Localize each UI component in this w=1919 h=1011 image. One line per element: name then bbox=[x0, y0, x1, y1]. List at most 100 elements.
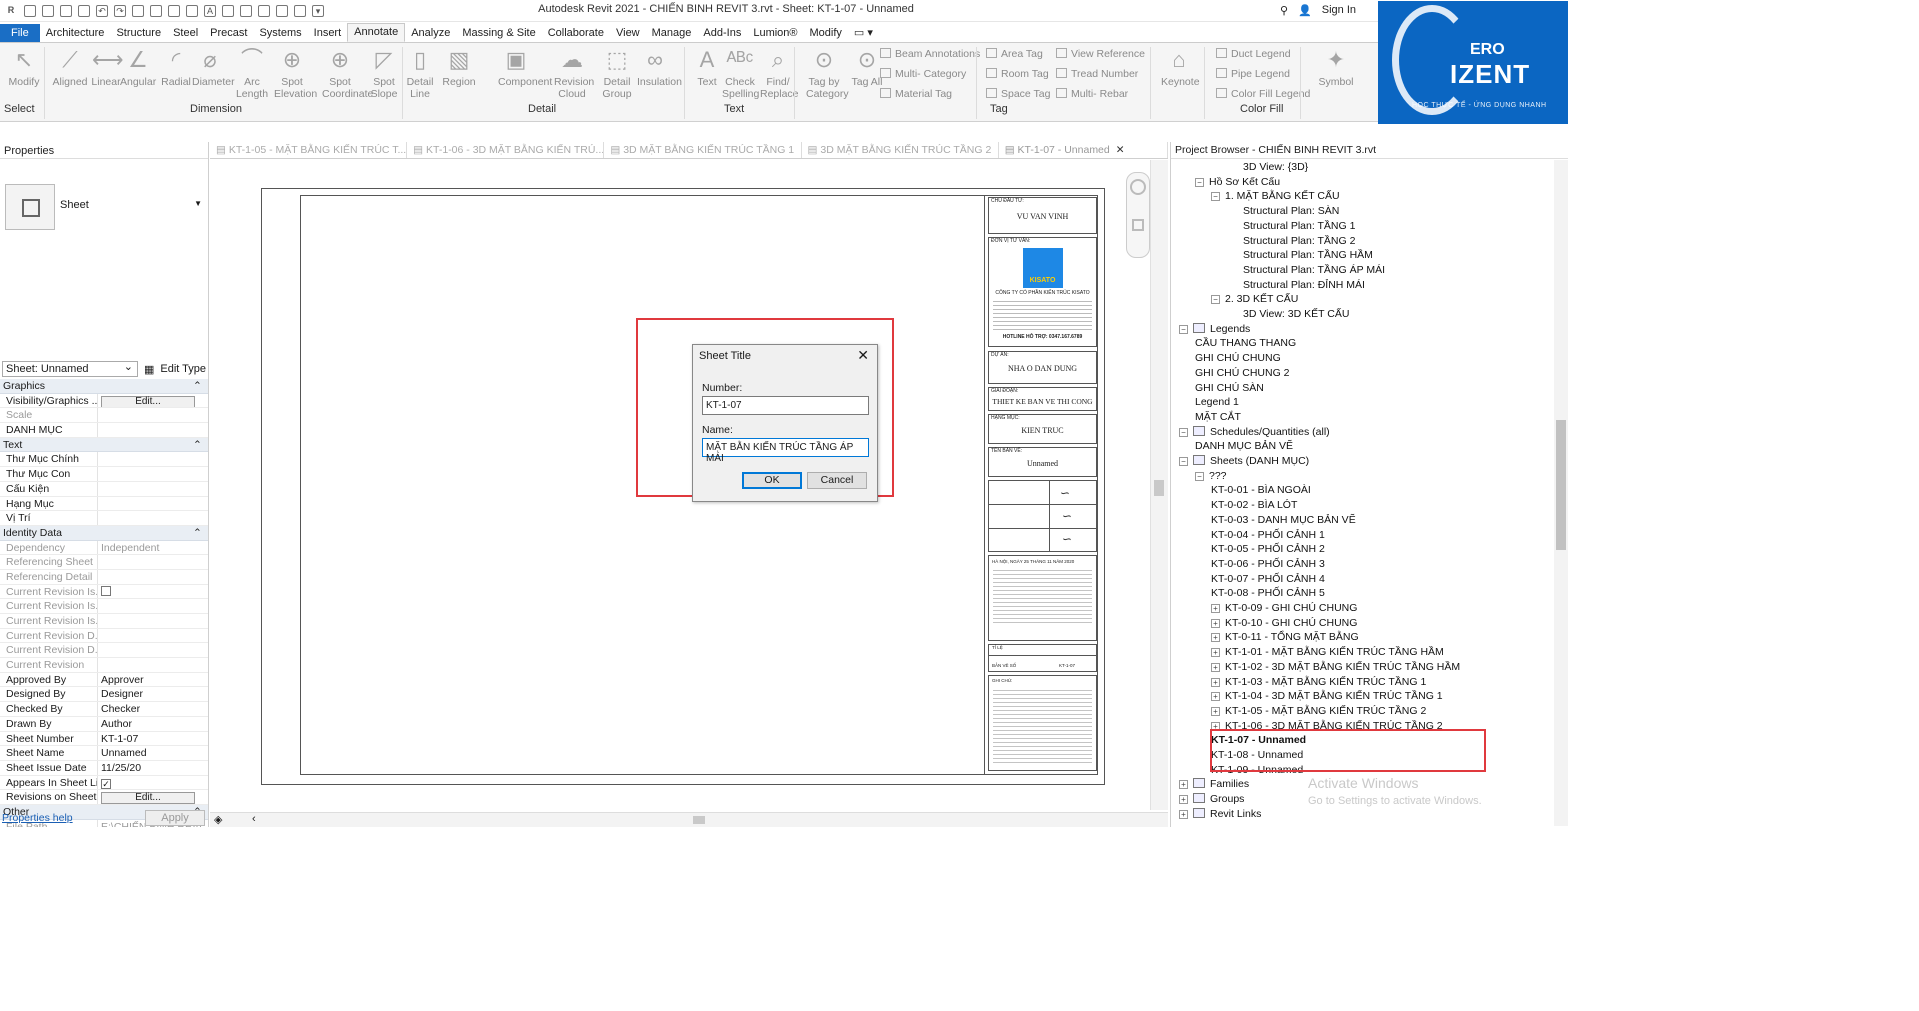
tab-systems[interactable]: Systems bbox=[253, 25, 307, 42]
canvas-horizontal-scrollbar[interactable]: ◈ ‹ bbox=[210, 812, 1168, 827]
apply-button[interactable]: Apply bbox=[145, 810, 205, 826]
prop-value[interactable]: Checker bbox=[98, 702, 208, 716]
tab-view[interactable]: View bbox=[610, 25, 646, 42]
doc-tab-4[interactable]: ▤ 3D MẶT BẰNG KIẾN TRÚC TẦNG 2 bbox=[802, 142, 999, 158]
prop-value[interactable]: ✓ bbox=[98, 776, 208, 790]
tree-node-kt-1-05-m-t-b-ng-ki-n-tr-c-t-ng-2[interactable]: + KT-1-05 - MẶT BẰNG KIẾN TRÚC TẦNG 2 bbox=[1211, 705, 1426, 717]
text-button[interactable]: A Text bbox=[689, 47, 725, 88]
expand-icon[interactable]: + bbox=[1211, 604, 1220, 613]
properties-help-link[interactable]: Properties help bbox=[2, 812, 73, 824]
prop-value[interactable] bbox=[98, 423, 208, 437]
prop-value[interactable] bbox=[98, 643, 208, 657]
close-tab-icon[interactable]: ✕ bbox=[1116, 144, 1125, 156]
tab-modify[interactable]: Modify bbox=[804, 25, 848, 42]
prop-value[interactable] bbox=[98, 467, 208, 481]
collapse-icon[interactable]: − bbox=[1179, 324, 1188, 334]
tree-node-sheets-danh-m-c[interactable]: − Sheets (DANH MỤC) bbox=[1179, 455, 1309, 467]
tree-node-2-3d-k-t-c-u[interactable]: −2. 3D KẾT CẤU bbox=[1211, 293, 1298, 305]
expand-icon[interactable]: + bbox=[1179, 780, 1188, 790]
panel-color-fill[interactable]: Color Fill bbox=[1240, 103, 1292, 115]
angular-button[interactable]: ∠ Angular bbox=[120, 47, 156, 88]
tree-node-item[interactable]: −??? bbox=[1195, 470, 1227, 482]
material-tag-button[interactable]: Material Tag bbox=[880, 88, 952, 100]
cancel-button[interactable]: Cancel bbox=[807, 472, 867, 489]
tree-node-danh-m-c-b-n-v[interactable]: DANH MỤC BẢN VẼ bbox=[1195, 440, 1293, 452]
canvas-vertical-scrollbar[interactable] bbox=[1150, 160, 1168, 810]
prop-value[interactable] bbox=[98, 599, 208, 613]
color-fill-legend-button[interactable]: Color Fill Legend bbox=[1216, 88, 1310, 100]
room-tag-button[interactable]: Room Tag bbox=[986, 68, 1049, 80]
collapse-icon[interactable]: − bbox=[1211, 192, 1220, 202]
prop-value[interactable]: Approver bbox=[98, 673, 208, 687]
edit-type-icon[interactable]: ▦ bbox=[144, 363, 154, 376]
tab-massing-site[interactable]: Massing & Site bbox=[456, 25, 541, 42]
type-selector[interactable]: Sheet ▼ bbox=[0, 158, 208, 234]
panel-select[interactable]: Select bbox=[4, 103, 62, 115]
view-reference-button[interactable]: View Reference bbox=[1056, 48, 1145, 60]
tree-node-groups[interactable]: + Groups bbox=[1179, 793, 1244, 805]
project-browser-scrollbar[interactable] bbox=[1554, 160, 1568, 826]
detail-group-button[interactable]: ⬚ Detail Group bbox=[599, 47, 635, 100]
panel-text[interactable]: Text bbox=[724, 103, 758, 115]
tab-collaborate[interactable]: Collaborate bbox=[542, 25, 610, 42]
collapse-icon[interactable]: ⌃ bbox=[193, 438, 205, 452]
sheet-number-input[interactable]: KT-1-07 bbox=[702, 396, 869, 415]
tab-lumion[interactable]: Lumion® bbox=[747, 25, 803, 42]
aligned-button[interactable]: ⟋ Aligned bbox=[52, 47, 88, 88]
keynote-button[interactable]: ⌂ Keynote bbox=[1161, 47, 1200, 88]
tree-node-1-m-t-b-ng-k-t-c-u[interactable]: −1. MẶT BẰNG KẾT CẤU bbox=[1211, 190, 1340, 202]
tree-node-kt-0-09-ghi-ch-chung[interactable]: + KT-0-09 - GHI CHÚ CHUNG bbox=[1211, 602, 1357, 614]
tree-node-kt-0-07-ph-i-c-nh-4[interactable]: KT-0-07 - PHỐI CẢNH 4 bbox=[1211, 573, 1325, 585]
close-icon[interactable]: ✕ bbox=[857, 347, 869, 364]
tree-node-legend-1[interactable]: Legend 1 bbox=[1195, 396, 1239, 408]
tree-node-structural-plan-s-n[interactable]: Structural Plan: SÀN bbox=[1243, 205, 1339, 217]
tree-node-kt-0-05-ph-i-c-nh-2[interactable]: KT-0-05 - PHỐI CẢNH 2 bbox=[1211, 543, 1325, 555]
expand-icon[interactable]: + bbox=[1211, 618, 1220, 628]
collapse-icon[interactable]: ⌃ bbox=[193, 526, 205, 540]
tree-node-3d-view-3d-k-t-c-u[interactable]: 3D View: 3D KẾT CẤU bbox=[1243, 308, 1349, 320]
doc-tab-2[interactable]: ▤ KT-1-06 - 3D MẶT BẰNG KIẾN TRÚ... bbox=[407, 142, 605, 158]
tag-by-category-button[interactable]: ⊙ Tag by Category bbox=[806, 47, 849, 100]
spot-slope-button[interactable]: ◸ Spot Slope bbox=[366, 47, 402, 100]
prop-value[interactable]: Independent bbox=[98, 541, 208, 555]
tree-node-3d-view-3d[interactable]: 3D View: {3D} bbox=[1243, 161, 1308, 173]
zoom-icon[interactable] bbox=[1132, 219, 1144, 231]
prop-value[interactable] bbox=[98, 452, 208, 466]
component-button[interactable]: ▣ Component bbox=[498, 47, 552, 88]
collapse-icon[interactable]: − bbox=[1179, 427, 1188, 437]
tree-node-kt-1-02-3d-m-t-b-ng-ki-n-tr-c-t-ng-h-m[interactable]: + KT-1-02 - 3D MẶT BẰNG KIẾN TRÚC TẦNG HẦ… bbox=[1211, 661, 1460, 673]
tab-file[interactable]: File bbox=[0, 24, 40, 42]
tree-node-m-t-c-t[interactable]: MẶT CẮT bbox=[1195, 411, 1241, 423]
prop-value[interactable] bbox=[98, 497, 208, 511]
tree-node-kt-0-06-ph-i-c-nh-3[interactable]: KT-0-06 - PHỐI CẢNH 3 bbox=[1211, 558, 1325, 570]
tree-node-schedules-quantities-all[interactable]: − Schedules/Quantities (all) bbox=[1179, 425, 1330, 438]
tree-node-structural-plan-t-ng-h-m[interactable]: Structural Plan: TẦNG HẦM bbox=[1243, 249, 1373, 261]
prop-value[interactable] bbox=[98, 511, 208, 525]
tree-node-legends[interactable]: − Legends bbox=[1179, 322, 1250, 335]
prop-group-identity-data[interactable]: Identity Data ⌃ bbox=[0, 525, 208, 541]
linear-button[interactable]: ⟷ Linear bbox=[88, 47, 124, 88]
doc-tab-5[interactable]: ▤ KT-1-07 - Unnamed ✕ bbox=[998, 142, 1168, 158]
tree-node-kt-0-02-b-a-l-t[interactable]: KT-0-02 - BÌA LÓT bbox=[1211, 499, 1297, 511]
tree-node-structural-plan-nh-m-i[interactable]: Structural Plan: ĐỈNH MÁI bbox=[1243, 279, 1365, 291]
ribbon-overflow-icon[interactable]: ▭ ▾ bbox=[848, 24, 879, 42]
tree-node-families[interactable]: + Families bbox=[1179, 778, 1249, 790]
tree-node-ghi-ch-s-n[interactable]: GHI CHÚ SÀN bbox=[1195, 382, 1264, 394]
beam-annotations-button[interactable]: Beam Annotations bbox=[880, 48, 980, 60]
tab-steel[interactable]: Steel bbox=[167, 25, 204, 42]
tree-node-kt-0-10-ghi-ch-chung[interactable]: + KT-0-10 - GHI CHÚ CHUNG bbox=[1211, 617, 1357, 629]
edit-button[interactable]: Edit... bbox=[101, 395, 195, 408]
space-tag-button[interactable]: Space Tag bbox=[986, 88, 1050, 100]
user-icon[interactable]: 👤 bbox=[1298, 4, 1312, 17]
prop-value[interactable] bbox=[98, 614, 208, 628]
tree-node-kt-1-01-m-t-b-ng-ki-n-tr-c-t-ng-h-m[interactable]: + KT-1-01 - MẶT BẰNG KIẾN TRÚC TẦNG HẦM bbox=[1211, 646, 1444, 658]
prop-value[interactable]: 11/25/20 bbox=[98, 761, 208, 775]
checkbox[interactable] bbox=[101, 585, 111, 596]
collapse-icon[interactable]: − bbox=[1179, 457, 1188, 466]
tree-node-kt-0-01-b-a-ngo-i[interactable]: KT-0-01 - BÌA NGOÀI bbox=[1211, 484, 1311, 496]
prop-value[interactable]: Edit... bbox=[98, 394, 208, 408]
prop-value[interactable] bbox=[98, 570, 208, 584]
tree-node-ghi-ch-chung-2[interactable]: GHI CHÚ CHUNG 2 bbox=[1195, 367, 1290, 379]
tree-node-ghi-ch-chung[interactable]: GHI CHÚ CHUNG bbox=[1195, 352, 1281, 364]
prop-group-graphics[interactable]: Graphics ⌃ bbox=[0, 379, 208, 394]
